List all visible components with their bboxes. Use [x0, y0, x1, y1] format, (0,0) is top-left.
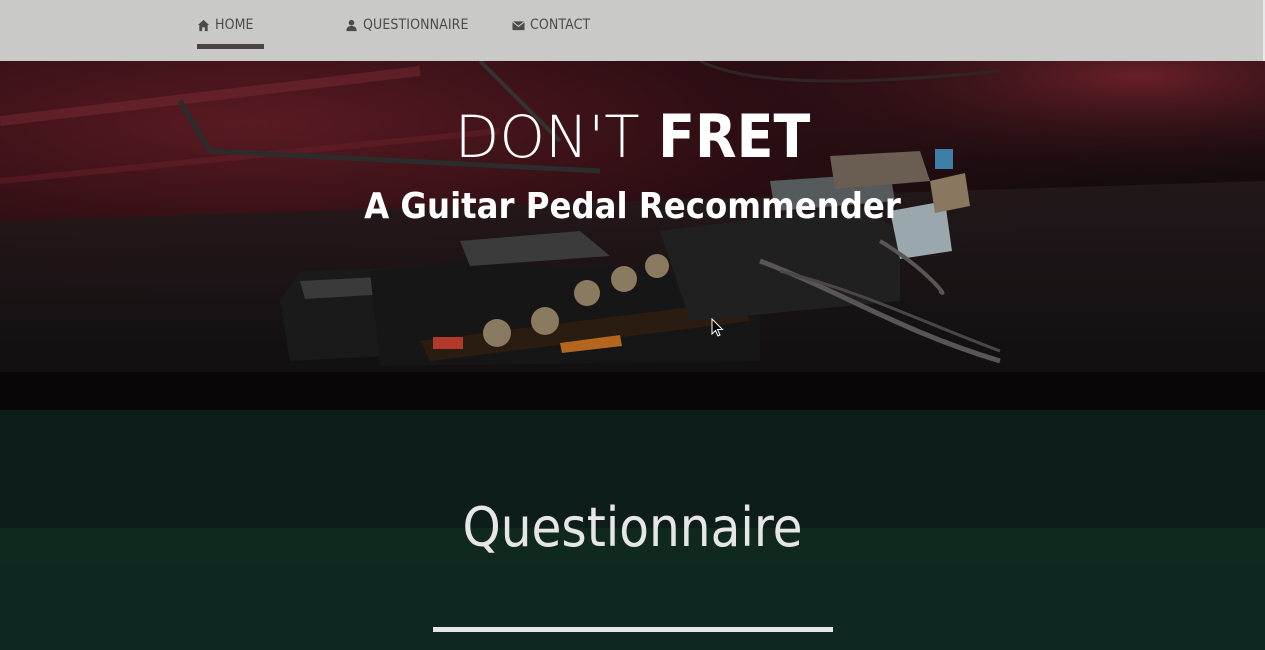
- hero-subtitle: A Guitar Pedal Recommender: [364, 186, 901, 227]
- envelope-icon: [512, 19, 525, 32]
- top-navbar: HOME QUESTIONNAIRE CONTACT: [0, 0, 1265, 61]
- nav-item-questionnaire[interactable]: QUESTIONNAIRE: [345, 0, 469, 50]
- section-title: Questionnaire: [462, 496, 803, 559]
- questionnaire-section: Questionnaire: [0, 410, 1265, 650]
- hero-banner: DON'T FRET A Guitar Pedal Recommender: [0, 61, 1265, 372]
- nav-item-label: CONTACT: [530, 17, 591, 33]
- hero-title: DON'T FRET: [0, 97, 1265, 177]
- hero-title-light: DON'T: [454, 103, 659, 171]
- nav-item-label: HOME: [215, 17, 254, 33]
- hero-title-bold: FRET: [658, 102, 811, 172]
- section-band-bottom: [0, 562, 1265, 650]
- section-divider: [433, 627, 833, 632]
- nav-item-label: QUESTIONNAIRE: [363, 17, 469, 33]
- active-nav-indicator: [197, 44, 264, 49]
- user-icon: [345, 19, 358, 32]
- nav-item-home[interactable]: HOME: [197, 0, 254, 50]
- hero-bottom-band: [0, 372, 1265, 410]
- nav-item-contact[interactable]: CONTACT: [512, 0, 590, 50]
- mouse-cursor-icon: [711, 318, 724, 337]
- home-icon: [197, 19, 210, 32]
